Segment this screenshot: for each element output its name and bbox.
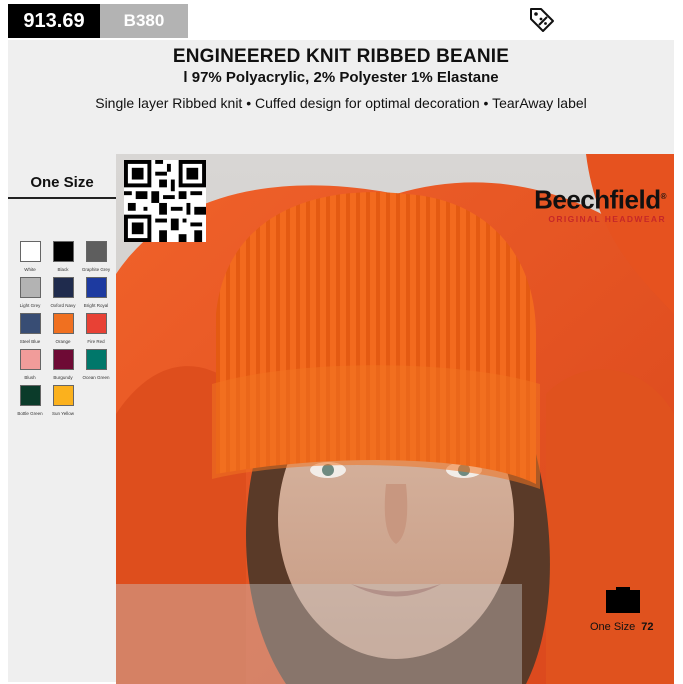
discount-tag-icon[interactable] xyxy=(528,6,556,34)
color-swatch[interactable]: White xyxy=(14,241,46,275)
color-swatch[interactable]: Fire Red xyxy=(80,313,112,347)
color-chip[interactable] xyxy=(52,349,74,370)
color-chip[interactable] xyxy=(52,385,74,406)
color-name: White xyxy=(24,267,36,272)
brand-registered-mark: ® xyxy=(660,192,667,201)
translucent-overlay xyxy=(116,584,522,684)
product-code: 913.69 xyxy=(23,9,85,32)
product-photo: Beechfield® ORIGINAL HEADWEAR One Size 72 xyxy=(116,154,674,684)
color-chip[interactable] xyxy=(19,349,41,370)
packing-quantity-value: 72 xyxy=(641,621,654,633)
carton-box-icon xyxy=(606,587,640,613)
product-ref-badge: B380 xyxy=(100,4,188,38)
product-composition: l 97% Polyacrylic, 2% Polyester 1% Elast… xyxy=(183,69,499,86)
packing-quantity: One Size 72 xyxy=(590,621,654,633)
color-swatch[interactable]: Black xyxy=(47,241,79,275)
color-swatch[interactable]: Oxford Navy xyxy=(47,277,79,311)
color-chip[interactable] xyxy=(85,349,107,370)
color-swatch[interactable]: Bottle Green xyxy=(14,385,46,419)
brand-logo: Beechfield® ORIGINAL HEADWEAR xyxy=(534,184,666,224)
color-name: Blush xyxy=(24,375,36,380)
color-name: Burgundy xyxy=(53,375,73,380)
color-chip[interactable] xyxy=(19,313,41,334)
product-header: ENGINEERED KNIT RIBBED BEANIE l 97% Poly… xyxy=(8,40,674,154)
brand-name: Beechfield xyxy=(534,184,661,215)
color-chip[interactable] xyxy=(19,277,41,298)
color-swatch[interactable]: Light Grey xyxy=(14,277,46,311)
size-divider xyxy=(8,197,116,199)
color-swatch[interactable]: Steel Blue xyxy=(14,313,46,347)
color-swatch[interactable]: Blush xyxy=(14,349,46,383)
color-name: Oxford Navy xyxy=(50,303,76,308)
product-title: ENGINEERED KNIT RIBBED BEANIE xyxy=(172,46,510,67)
product-features: Single layer Ribbed knit • Cuffed design… xyxy=(95,95,587,111)
color-chip[interactable] xyxy=(52,277,74,298)
color-name: Fire Red xyxy=(87,339,105,344)
color-name: Graphite Grey xyxy=(81,267,111,272)
color-chip[interactable] xyxy=(52,241,74,262)
color-swatch[interactable]: Bright Royal xyxy=(80,277,112,311)
color-chip[interactable] xyxy=(85,241,107,262)
brand-tagline: ORIGINAL HEADWEAR xyxy=(548,213,666,224)
color-chip[interactable] xyxy=(19,385,41,406)
color-swatch[interactable]: Burgundy xyxy=(47,349,79,383)
color-swatch[interactable]: Ocean Green xyxy=(80,349,112,383)
color-chip[interactable] xyxy=(52,313,74,334)
color-swatch[interactable]: Orange xyxy=(47,313,79,347)
color-name: Black xyxy=(57,267,69,272)
product-code-badge: 913.69 xyxy=(8,4,100,38)
color-name: Bottle Green xyxy=(17,411,43,416)
color-name: Sun Yellow xyxy=(51,411,75,416)
color-size-sidebar: One Size White Black Graphite Grey Light Gr… xyxy=(8,154,116,682)
color-chip[interactable] xyxy=(85,313,107,334)
qr-code-icon[interactable] xyxy=(124,160,206,242)
color-name: Orange xyxy=(55,339,71,344)
packing-size-label: One Size xyxy=(590,621,636,633)
product-ref: B380 xyxy=(123,11,165,30)
color-swatch[interactable]: Sun Yellow xyxy=(47,385,79,419)
color-name: Steel Blue xyxy=(19,339,41,344)
color-chip[interactable] xyxy=(19,241,41,262)
color-swatch-grid: White Black Graphite Grey Light Grey Oxford … xyxy=(14,241,116,419)
color-chip[interactable] xyxy=(85,277,107,298)
size-label: One Size xyxy=(30,174,94,191)
color-name: Bright Royal xyxy=(83,303,109,308)
color-swatch[interactable]: Graphite Grey xyxy=(80,241,112,275)
color-name: Light Grey xyxy=(19,303,41,308)
color-name: Ocean Green xyxy=(82,375,110,380)
